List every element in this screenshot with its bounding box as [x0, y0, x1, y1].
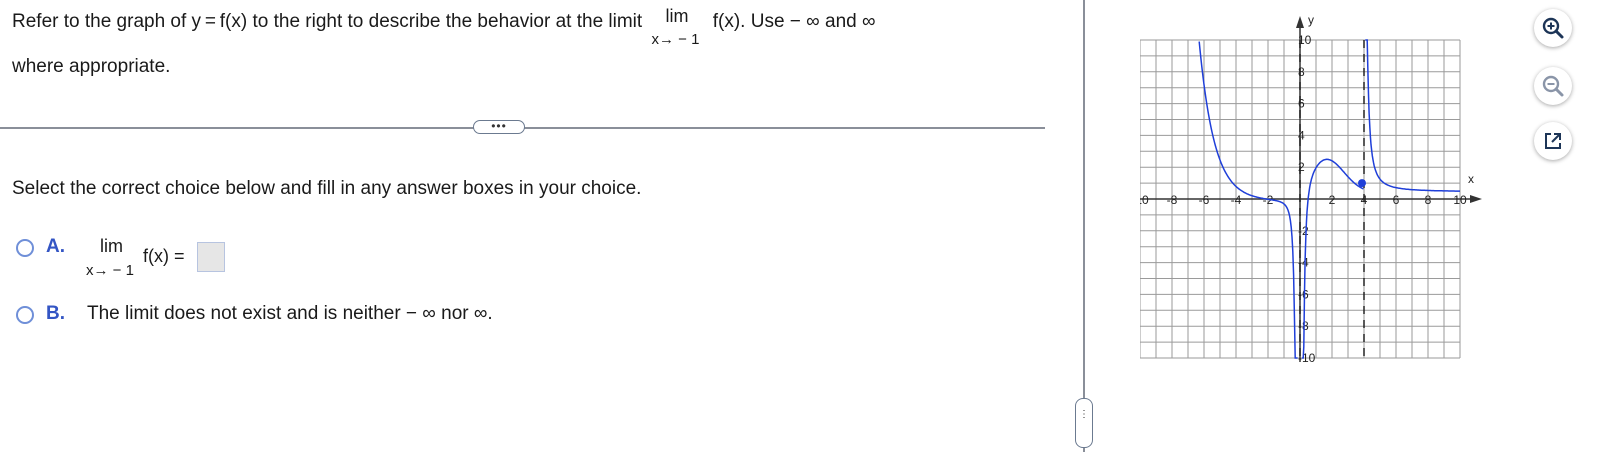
choice-b-radio[interactable] — [16, 306, 34, 324]
y-tick-label: 6 — [1298, 97, 1305, 111]
question-line2: where appropriate. — [12, 56, 171, 77]
curve-middle-branch — [1301, 158, 1364, 359]
zoom-in-button[interactable] — [1534, 9, 1572, 47]
zoom-out-button[interactable] — [1534, 67, 1572, 105]
function-graph: xy-10-8-6-4-2246810108642-2-4-6-8-10 — [1140, 13, 1482, 365]
filled-point — [1358, 179, 1366, 188]
limit-word: lim — [665, 6, 689, 26]
x-tick-label: -6 — [1199, 193, 1210, 207]
choice-a-letter: A. — [46, 236, 65, 257]
instruction-text: Select the correct choice below and fill… — [12, 178, 642, 199]
graph-tick-labels: xy-10-8-6-4-2246810108642-2-4-6-8-10 — [1140, 13, 1474, 365]
question-text: Refer to the graph of y = f(x) to the ri… — [12, 6, 876, 48]
panel-resize-handle[interactable]: ⋮ — [1075, 398, 1093, 448]
x-tick-label: 10 — [1453, 193, 1467, 207]
show-more-button[interactable]: ••• — [473, 120, 525, 134]
popout-icon — [1545, 133, 1561, 149]
question-after-limit: f(x). Use − ∞ and ∞ — [712, 11, 876, 32]
zoom-in-icon — [1542, 17, 1564, 39]
limit-subscript: x→ − 1 — [651, 31, 700, 48]
x-tick-label: 8 — [1425, 193, 1432, 207]
y-tick-label: 8 — [1298, 65, 1305, 79]
y-tick-label: 4 — [1298, 128, 1305, 142]
y-axis-label: y — [1308, 13, 1314, 27]
choice-a-lim-word: lim — [100, 236, 123, 256]
panel-separator — [1083, 0, 1085, 452]
x-tick-label: -8 — [1167, 193, 1178, 207]
choice-a-expression: f(x) = — [143, 246, 185, 266]
x-axis-arrow — [1470, 195, 1482, 203]
zoom-out-icon — [1542, 75, 1564, 97]
popout-button[interactable] — [1534, 122, 1572, 160]
choice-a-answer-box[interactable] — [197, 242, 225, 272]
choice-b-letter: B. — [46, 303, 65, 324]
choice-b-text: The limit does not exist and is neither … — [87, 303, 493, 324]
choice-a-radio[interactable] — [16, 239, 34, 257]
x-tick-label: 6 — [1393, 193, 1400, 207]
choice-a-lim-sub: x→ − 1 — [86, 262, 134, 279]
y-axis-arrow — [1296, 16, 1304, 28]
limit-notation: lim x→ − 1 — [647, 6, 707, 48]
x-tick-label: -4 — [1231, 193, 1242, 207]
x-axis-label: x — [1468, 172, 1474, 186]
x-tick-label: 2 — [1329, 193, 1336, 207]
y-tick-label: 2 — [1298, 160, 1305, 174]
question-intro: Refer to the graph of y = f(x) to the ri… — [12, 11, 643, 32]
x-tick-label: -10 — [1140, 193, 1149, 207]
